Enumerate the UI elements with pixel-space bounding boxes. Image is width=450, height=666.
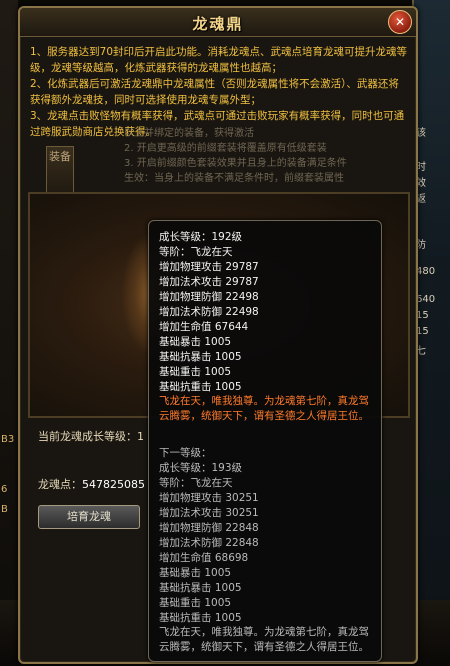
tooltip-next-stage-description: 飞龙在天，唯我独尊。为龙魂第七阶，真龙驾云腾雾，统御天下，谓有圣德之人得居王位。 xyxy=(159,626,369,653)
tooltip-stat: 基础抗暴击 1005 xyxy=(159,351,242,363)
tooltip-stat: 增加物理防御 22498 xyxy=(159,291,259,303)
tooltip-stat: 增加物理攻击 29787 xyxy=(159,261,259,273)
cultivate-dragon-soul-button[interactable]: 培育龙魂 xyxy=(38,505,140,529)
tooltip-next-growth-level: 成长等级：193级 xyxy=(159,462,243,474)
background-set-line: 以上并绑定的装备，获得激活 xyxy=(124,128,254,139)
background-left-edge: B3 6 B xyxy=(0,0,18,666)
right-edge-text: 480 xyxy=(416,266,436,277)
tooltip-next-header: 下一等级： xyxy=(159,447,212,459)
tooltip-stage-description: 飞龙在天，唯我独尊。为龙魂第七阶，真龙驾云腾雾，统御天下，谓有圣德之人得居王位。 xyxy=(159,395,369,422)
tooltip-next-stat: 基础暴击 1005 xyxy=(159,567,232,579)
dragon-soul-tooltip: 成长等级：192级 等阶：飞龙在天 增加物理攻击 29787 增加法术攻击 29… xyxy=(148,220,382,662)
close-icon: ✕ xyxy=(394,15,406,29)
tooltip-stat: 基础重击 1005 xyxy=(159,366,232,378)
dragon-points-value: 547825085 xyxy=(82,478,145,491)
tooltip-stat: 增加生命值 67644 xyxy=(159,321,249,333)
background-set-line: 生效：当身上的装备不满足条件时，前缀套装属性 xyxy=(124,173,344,184)
description-line: 1、服务器达到70封印后开启此功能。消耗龙魂点、武魂点培育龙魂可提升龙魂等级，龙… xyxy=(30,46,408,74)
tooltip-next-stat: 增加生命值 68698 xyxy=(159,552,249,564)
tooltip-stat: 增加法术防御 22498 xyxy=(159,306,259,318)
tooltip-next-stat: 增加物理防御 22848 xyxy=(159,522,259,534)
tooltip-next-stat: 增加法术防御 22848 xyxy=(159,537,259,549)
equipment-tab[interactable]: 装备 xyxy=(46,146,74,198)
background-set-line: 3. 开启前缀颜色套装效果并且身上的装备满足条件 xyxy=(124,158,347,169)
current-growth-level: 当前龙魂成长等级：1 xyxy=(38,430,144,443)
tooltip-next-stat: 增加物理攻击 30251 xyxy=(159,492,259,504)
left-edge-text: B3 xyxy=(1,434,15,445)
close-button[interactable]: ✕ xyxy=(388,10,412,34)
tooltip-next-stat: 基础抗重击 1005 xyxy=(159,612,242,624)
background-set-line: 2. 开启更高级的前缀套装将覆盖原有低级套装 xyxy=(124,143,327,154)
tooltip-next-stat: 增加法术攻击 30251 xyxy=(159,507,259,519)
description-line: 2、化炼武器后可激活龙魂鼎中龙魂属性（否则龙魂属性将不会激活）、武器还将获得额外… xyxy=(30,78,399,106)
tooltip-next-stat: 基础重击 1005 xyxy=(159,597,232,609)
tooltip-stat: 增加法术攻击 29787 xyxy=(159,276,259,288)
tooltip-next-stage: 等阶：飞龙在天 xyxy=(159,477,233,489)
dialog-title: 龙魂鼎 xyxy=(192,15,244,33)
equipment-tab-label: 装备 xyxy=(49,150,71,163)
left-edge-text: B xyxy=(1,504,8,515)
background-set-info: 以上并绑定的装备，获得激活 2. 开启更高级的前缀套装将覆盖原有低级套装 3. … xyxy=(124,126,424,186)
tooltip-stat: 基础暴击 1005 xyxy=(159,336,232,348)
dragon-points: 龙魂点：547825085 xyxy=(38,476,145,492)
tooltip-stage: 等阶：飞龙在天 xyxy=(159,246,233,258)
tooltip-growth-level: 成长等级：192级 xyxy=(159,231,243,243)
tooltip-next-stat: 基础抗暴击 1005 xyxy=(159,582,242,594)
right-edge-text: 640 xyxy=(416,294,436,305)
title-bar[interactable]: 龙魂鼎 ✕ xyxy=(20,8,416,37)
tooltip-stat: 基础抗重击 1005 xyxy=(159,381,242,393)
left-edge-text: 6 xyxy=(1,484,8,495)
dragon-points-label: 龙魂点： xyxy=(38,478,82,491)
